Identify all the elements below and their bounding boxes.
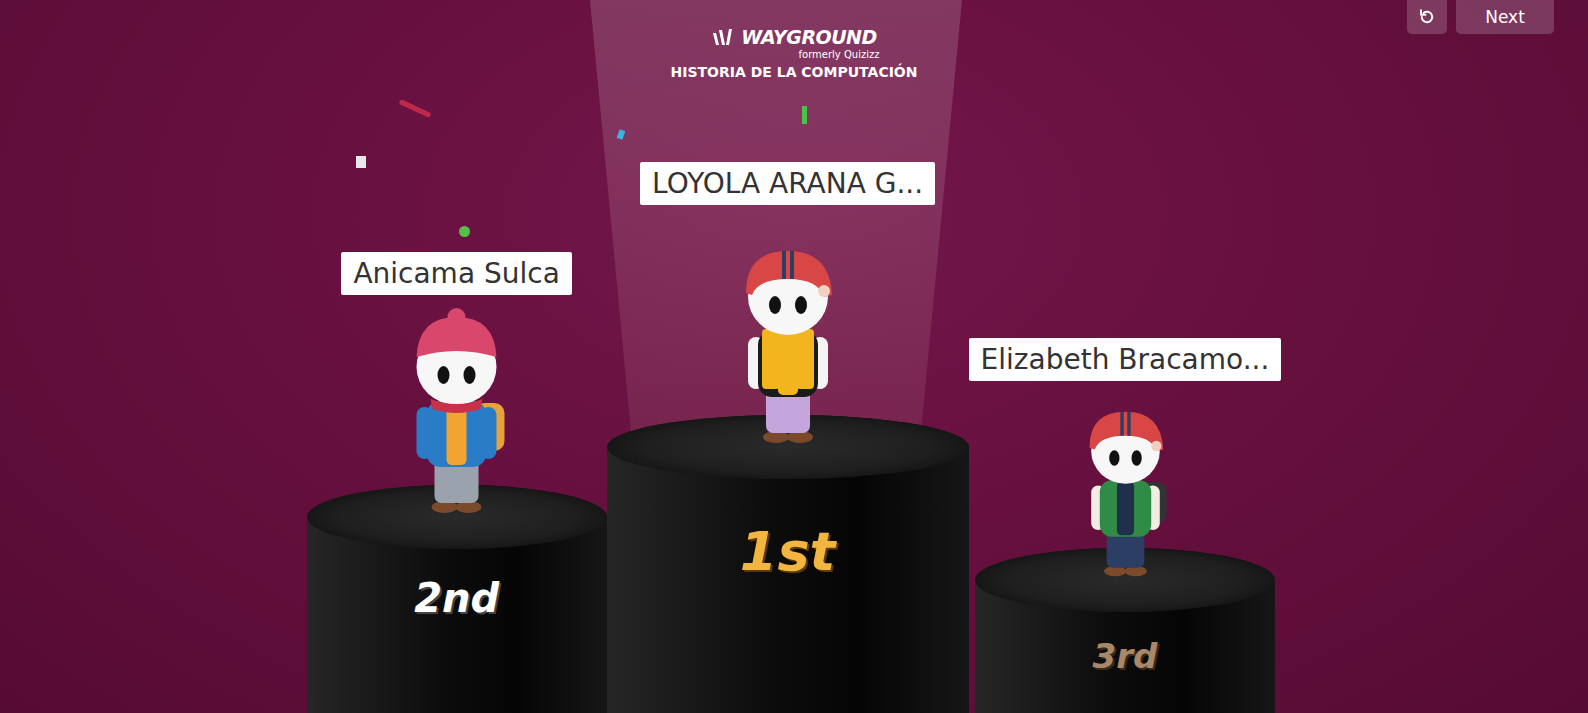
player-name: Elizabeth Bracamo...: [969, 338, 1282, 381]
podium-screen: Next WAYGROUND formerly Quizizz HISTORIA…: [0, 0, 1588, 713]
podium: Anicama Sulca 2ndLOYOLA ARANA G... 1stEl…: [0, 80, 1588, 713]
podium-column: Elizabeth Bracamo... 3rd: [969, 338, 1282, 713]
confetti: [399, 99, 432, 118]
avatar-icon: [728, 230, 848, 450]
player-name: Anicama Sulca: [341, 252, 571, 295]
logo-mark-icon: [711, 27, 737, 47]
podium-column: Anicama Sulca 2nd: [307, 252, 607, 713]
quiz-title: HISTORIA DE LA COMPUTACIÓN: [671, 64, 918, 80]
podium-block: 1st: [607, 415, 969, 713]
header: WAYGROUND formerly Quizizz HISTORIA DE L…: [0, 0, 1588, 80]
avatar-icon: [394, 305, 519, 515]
podium-block: 2nd: [307, 485, 607, 713]
restart-button[interactable]: [1407, 0, 1447, 34]
place-label: 2nd: [414, 575, 499, 713]
confetti: [802, 106, 807, 124]
place-label: 1st: [740, 520, 836, 713]
next-button[interactable]: Next: [1456, 0, 1554, 34]
place-label: 3rd: [1093, 636, 1158, 713]
podium-column: LOYOLA ARANA G... 1st: [607, 162, 969, 713]
confetti: [459, 226, 470, 237]
logo-text: WAYGROUND: [741, 26, 877, 48]
toolbar: Next: [1407, 0, 1554, 34]
avatar-icon: [1073, 398, 1178, 578]
restart-icon: [1418, 8, 1436, 26]
player-name: LOYOLA ARANA G...: [640, 162, 935, 205]
logo-subtitle: formerly Quizizz: [799, 49, 880, 60]
logo: WAYGROUND: [711, 26, 877, 48]
confetti: [356, 156, 366, 168]
